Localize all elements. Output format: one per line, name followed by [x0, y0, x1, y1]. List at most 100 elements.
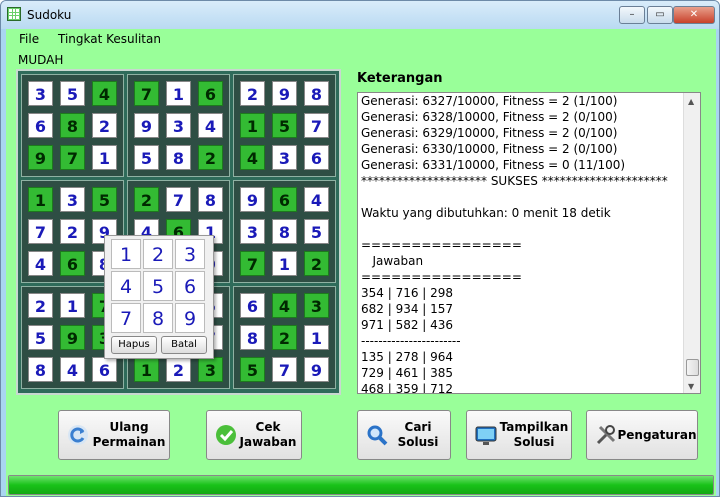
- sudoku-cell[interactable]: 5: [28, 325, 53, 350]
- sudoku-cell[interactable]: 2: [92, 113, 117, 138]
- maximize-button[interactable]: ▭: [647, 6, 673, 24]
- sudoku-cell[interactable]: 2: [28, 293, 53, 318]
- picker-number-button[interactable]: 2: [143, 239, 173, 269]
- picker-number-button[interactable]: 7: [111, 303, 141, 333]
- scroll-thumb[interactable]: [686, 359, 699, 376]
- check-answer-button[interactable]: Cek Jawaban: [206, 410, 302, 460]
- sudoku-cell[interactable]: 3: [240, 219, 265, 244]
- sudoku-cell[interactable]: 9: [240, 187, 265, 212]
- picker-number-button[interactable]: 9: [175, 303, 205, 333]
- sudoku-cell[interactable]: 1: [272, 251, 297, 276]
- sudoku-cell[interactable]: 1: [304, 325, 329, 350]
- sudoku-cell[interactable]: 1: [92, 145, 117, 170]
- sudoku-cell[interactable]: 4: [304, 187, 329, 212]
- picker-number-button[interactable]: 4: [111, 271, 141, 301]
- sudoku-cell[interactable]: 4: [198, 113, 223, 138]
- sudoku-cell[interactable]: 1: [240, 113, 265, 138]
- sudoku-cell[interactable]: 8: [198, 187, 223, 212]
- sudoku-cell[interactable]: 9: [272, 81, 297, 106]
- sudoku-cell[interactable]: 4: [92, 81, 117, 106]
- sudoku-cell[interactable]: 6: [272, 187, 297, 212]
- close-button[interactable]: ✕: [673, 6, 715, 24]
- sudoku-cell[interactable]: 3: [304, 293, 329, 318]
- sudoku-cell[interactable]: 9: [60, 325, 85, 350]
- sudoku-cell[interactable]: 3: [198, 357, 223, 382]
- menu-bar: File Tingkat Kesulitan: [6, 29, 716, 51]
- picker-number-button[interactable]: 3: [175, 239, 205, 269]
- sudoku-cell[interactable]: 8: [304, 81, 329, 106]
- show-solution-button[interactable]: Tampilkan Solusi: [466, 410, 572, 460]
- sudoku-cell[interactable]: 4: [240, 145, 265, 170]
- sudoku-cell[interactable]: 8: [60, 113, 85, 138]
- sudoku-cell[interactable]: 2: [240, 81, 265, 106]
- picker-number-button[interactable]: 1: [111, 239, 141, 269]
- sudoku-cell[interactable]: 8: [240, 325, 265, 350]
- scroll-up-icon[interactable]: ▲: [688, 97, 694, 106]
- sudoku-cell[interactable]: 4: [272, 293, 297, 318]
- sudoku-cell[interactable]: 5: [92, 187, 117, 212]
- sudoku-cell[interactable]: 2: [304, 251, 329, 276]
- picker-number-button[interactable]: 6: [175, 271, 205, 301]
- cancel-button[interactable]: Batal: [161, 336, 207, 354]
- sudoku-cell[interactable]: 6: [60, 251, 85, 276]
- progress-bar: [8, 475, 714, 495]
- sudoku-cell[interactable]: 3: [166, 113, 191, 138]
- restart-button[interactable]: Ulang Permainan: [58, 410, 170, 460]
- sudoku-cell[interactable]: 3: [60, 187, 85, 212]
- sudoku-cell[interactable]: 2: [166, 357, 191, 382]
- sudoku-cell[interactable]: 5: [272, 113, 297, 138]
- title-bar[interactable]: Sudoku – ▭ ✕: [1, 1, 719, 29]
- menu-difficulty[interactable]: Tingkat Kesulitan: [58, 32, 161, 46]
- sudoku-cell[interactable]: 6: [304, 145, 329, 170]
- menu-file[interactable]: File: [19, 32, 39, 46]
- sudoku-cell[interactable]: 5: [134, 145, 159, 170]
- find-solution-button[interactable]: Cari Solusi: [357, 410, 451, 460]
- sudoku-cell[interactable]: 8: [166, 145, 191, 170]
- sudoku-cell[interactable]: 8: [272, 219, 297, 244]
- sudoku-box: 298 157 436: [233, 74, 336, 177]
- log-textbox[interactable]: 468 | 359 | 712 729 | 461 | 385 135 | 278 …: [357, 92, 701, 394]
- sudoku-cell[interactable]: 7: [166, 187, 191, 212]
- sudoku-cell[interactable]: 4: [60, 357, 85, 382]
- sudoku-cell[interactable]: 7: [240, 251, 265, 276]
- sudoku-cell[interactable]: 3: [28, 81, 53, 106]
- sudoku-cell[interactable]: 9: [304, 357, 329, 382]
- sudoku-cell[interactable]: 8: [28, 357, 53, 382]
- minimize-button[interactable]: –: [619, 6, 645, 24]
- sudoku-cell[interactable]: 9: [134, 113, 159, 138]
- picker-number-button[interactable]: 8: [143, 303, 173, 333]
- sudoku-cell[interactable]: 6: [240, 293, 265, 318]
- show-label-2: Solusi: [513, 435, 555, 449]
- sudoku-cell[interactable]: 6: [198, 81, 223, 106]
- sudoku-cell[interactable]: 6: [28, 113, 53, 138]
- sudoku-cell[interactable]: 6: [92, 357, 117, 382]
- sudoku-cell[interactable]: 1: [28, 187, 53, 212]
- sudoku-cell[interactable]: 7: [134, 81, 159, 106]
- refresh-icon: [68, 425, 88, 445]
- log-scrollbar[interactable]: ▲ ▼: [683, 93, 700, 393]
- scroll-down-icon[interactable]: ▼: [688, 382, 694, 391]
- sudoku-cell[interactable]: 1: [166, 81, 191, 106]
- sudoku-cell[interactable]: 5: [60, 81, 85, 106]
- sudoku-cell[interactable]: 7: [304, 113, 329, 138]
- sudoku-cell[interactable]: 2: [198, 145, 223, 170]
- sudoku-cell[interactable]: 7: [28, 219, 53, 244]
- sudoku-cell[interactable]: 5: [304, 219, 329, 244]
- log-line: Waktu yang dibutuhkan: 0 menit 18 detik: [361, 206, 611, 220]
- sudoku-cell[interactable]: 3: [272, 145, 297, 170]
- sudoku-cell[interactable]: 5: [240, 357, 265, 382]
- sudoku-cell[interactable]: 1: [60, 293, 85, 318]
- clear-button[interactable]: Hapus: [111, 336, 157, 354]
- sudoku-cell[interactable]: 7: [60, 145, 85, 170]
- settings-button[interactable]: Pengaturan: [586, 410, 698, 460]
- sudoku-cell[interactable]: 7: [272, 357, 297, 382]
- sudoku-cell[interactable]: 2: [134, 187, 159, 212]
- sudoku-cell[interactable]: 4: [28, 251, 53, 276]
- sudoku-cell[interactable]: 9: [28, 145, 53, 170]
- sudoku-cell[interactable]: 2: [272, 325, 297, 350]
- show-label-1: Tampilkan: [499, 420, 569, 434]
- picker-number-button[interactable]: 5: [143, 271, 173, 301]
- sudoku-cell[interactable]: 1: [134, 357, 159, 382]
- settings-label: Pengaturan: [617, 428, 697, 442]
- sudoku-cell[interactable]: 2: [60, 219, 85, 244]
